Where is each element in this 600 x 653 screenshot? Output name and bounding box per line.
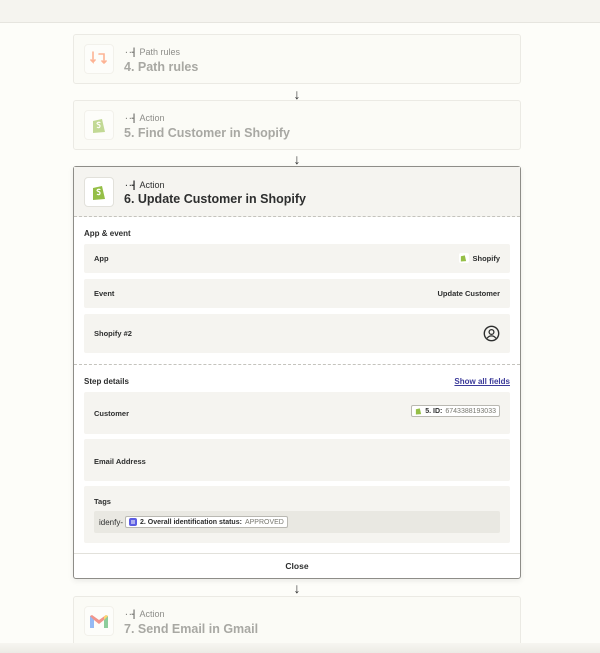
identification-status-pill[interactable]: 2. Overall identification status: APPROV… — [125, 516, 288, 528]
shopify-icon — [415, 407, 422, 415]
step-kind: Action — [139, 609, 165, 619]
top-bar — [0, 0, 600, 23]
app-event-label: App & event — [84, 229, 131, 238]
tags-field[interactable]: Tags idenfy- 2. Overall identification s… — [84, 486, 510, 543]
customer-field[interactable]: Customer 5. ID: 6743388193033 — [84, 392, 510, 434]
connector-arrow-icon: ↓ — [293, 580, 301, 596]
step-type-icon: ··┫ — [124, 609, 136, 619]
app-row[interactable]: App Shopify — [84, 244, 510, 273]
connector-arrow-icon: ↓ — [293, 151, 301, 167]
app-label: App — [94, 254, 109, 263]
bottom-edge — [0, 643, 600, 653]
show-all-fields-link[interactable]: Show all fields — [454, 377, 510, 386]
step-find-customer[interactable]: ··┫ Action 5. Find Customer in Shopify — [73, 100, 521, 150]
step-details-label: Step details — [84, 377, 129, 386]
zap-canvas: ··┫ Path rules 4. Path rules ↓ ··┫ Action … — [0, 0, 600, 653]
step-kind: Path rules — [139, 47, 180, 57]
customer-id-pill[interactable]: 5. ID: 6743388193033 — [411, 405, 500, 417]
step-title: 5. Find Customer in Shopify — [124, 126, 290, 140]
event-row[interactable]: Event Update Customer — [84, 279, 510, 308]
shopify-icon — [84, 110, 114, 140]
close-button[interactable]: Close — [74, 553, 520, 578]
step-type-icon: ··┫ — [124, 113, 136, 123]
step-title: 6. Update Customer in Shopify — [124, 192, 306, 206]
app-value: Shopify — [472, 253, 501, 263]
step-type-icon: ··┫ — [124, 47, 136, 57]
connector-arrow-icon: ↓ — [293, 86, 301, 102]
gmail-icon — [84, 606, 114, 636]
account-label: Shopify #2 — [94, 329, 132, 338]
tags-prefix: idenfy- — [99, 517, 124, 527]
idenfy-icon — [129, 518, 138, 526]
shopify-icon — [458, 253, 469, 263]
tags-label: Tags — [94, 497, 111, 506]
shopify-icon — [84, 177, 114, 207]
customer-label: Customer — [94, 409, 130, 418]
step-type-icon: ··┫ — [124, 180, 136, 190]
step-kind: Action — [139, 113, 165, 123]
path-rules-icon — [84, 44, 114, 74]
event-label: Event — [94, 289, 115, 298]
tags-input[interactable]: idenfy- 2. Overall identification status… — [94, 511, 500, 533]
account-icon — [483, 325, 500, 342]
section-divider — [74, 364, 520, 365]
step-path-rules[interactable]: ··┫ Path rules 4. Path rules — [73, 34, 521, 84]
step-title: 7. Send Email in Gmail — [124, 622, 259, 636]
event-value: Update Customer — [437, 289, 500, 298]
card-header[interactable]: ··┫ Action 6. Update Customer in Shopify — [74, 167, 520, 217]
step-kind: Action — [139, 180, 165, 190]
account-row[interactable]: Shopify #2 — [84, 314, 510, 353]
email-label: Email Address — [94, 457, 146, 466]
email-field[interactable]: Email Address — [84, 439, 510, 481]
step-send-email[interactable]: ··┫ Action 7. Send Email in Gmail — [73, 596, 521, 646]
step-update-customer-card: ··┫ Action 6. Update Customer in Shopify … — [73, 166, 521, 579]
step-title: 4. Path rules — [124, 60, 199, 74]
